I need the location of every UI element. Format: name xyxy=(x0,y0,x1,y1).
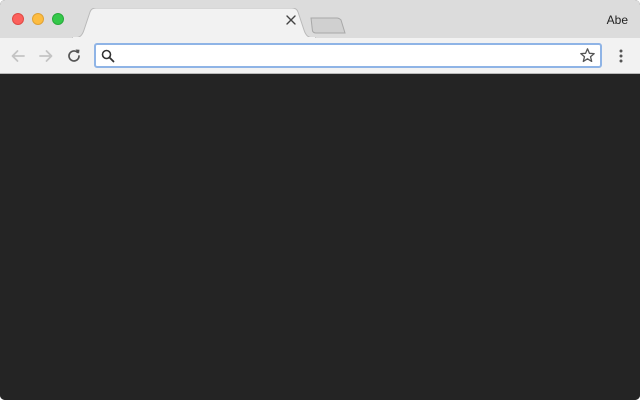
window-maximize-button[interactable] xyxy=(52,13,64,25)
omnibox-input[interactable] xyxy=(120,46,576,65)
star-icon[interactable] xyxy=(579,47,596,64)
tab-active[interactable] xyxy=(72,8,316,38)
tab-shape xyxy=(72,8,316,38)
arrow-right-icon[interactable] xyxy=(36,46,56,66)
profile-name[interactable]: Abe xyxy=(607,13,628,27)
omnibox[interactable] xyxy=(94,43,602,68)
new-tab-icon[interactable] xyxy=(308,17,346,34)
window-minimize-button[interactable] xyxy=(32,13,44,25)
search-icon xyxy=(100,48,116,64)
reload-icon[interactable] xyxy=(64,46,84,66)
arrow-left-icon[interactable] xyxy=(8,46,28,66)
browser-window: Abe xyxy=(0,0,640,400)
page-content xyxy=(0,75,640,400)
close-icon[interactable] xyxy=(286,15,302,31)
more-vertical-icon[interactable] xyxy=(612,46,630,66)
window-close-button[interactable] xyxy=(12,13,24,25)
toolbar xyxy=(0,38,640,74)
tab-strip: Abe xyxy=(0,0,640,38)
